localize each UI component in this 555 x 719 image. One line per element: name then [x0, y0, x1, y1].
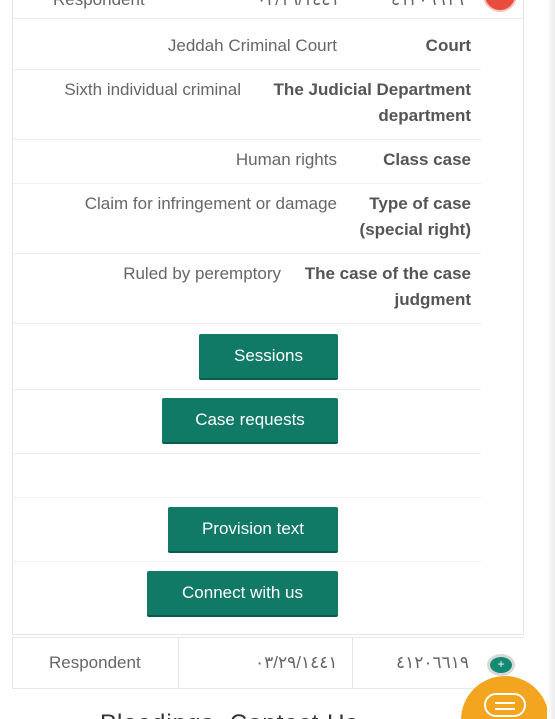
party-number: ٤١٢٠٦٦١٩ [396, 653, 470, 672]
party-row: Respondent ٠٣/٢٩/١٤٤١ ٤١٢٠٦٦١٩ [12, 637, 524, 689]
case-requests-button[interactable]: Case requests [162, 398, 338, 444]
divider [13, 69, 481, 70]
detail-value: Ruled by peremptory [123, 264, 281, 283]
remove-party-icon[interactable] [483, 0, 517, 12]
case-details-card: Respondent ٠٣/١٩/١٤٤١ ٤١٢٠٦٦١٩ Court Jed… [12, 0, 524, 635]
detail-label: The Judicial [273, 80, 372, 99]
detail-value: Jeddah Criminal Court [167, 36, 337, 55]
detail-label-sub: department [378, 106, 471, 125]
detail-label-sub: judgment [394, 290, 472, 309]
footer-text: Pleadings, Contact Us [100, 710, 358, 719]
provision-text-button[interactable]: Provision text [168, 507, 338, 553]
detail-value: Claim for infringement or damage [84, 194, 337, 213]
previous-party-number: ٤١٢٠٦٦١٩ [391, 0, 464, 10]
detail-label: Court [425, 36, 471, 55]
detail-label-department: Department [376, 80, 471, 99]
divider [13, 18, 523, 19]
chat-icon [484, 693, 526, 717]
detail-label: The case of the case [304, 264, 471, 283]
party-date: ٠٣/٢٩/١٤٤١ [255, 653, 338, 672]
divider [13, 139, 481, 140]
divider [178, 638, 179, 688]
party-type: Respondent [49, 653, 141, 672]
scroll-edge [547, 0, 555, 719]
divider [13, 253, 481, 254]
detail-label: Class case [383, 150, 471, 169]
detail-value: Human rights [235, 150, 337, 169]
divider [13, 497, 481, 498]
divider [352, 638, 353, 688]
detail-label: Type of case [369, 194, 471, 213]
connect-with-us-button[interactable]: Connect with us [147, 571, 338, 617]
previous-party-date: ٠٣/١٩/١٤٤١ [257, 0, 340, 10]
previous-party-type: Respondent [53, 0, 145, 10]
divider [13, 561, 481, 562]
divider [13, 389, 481, 390]
divider [13, 453, 481, 454]
detail-label-sub: (special right) [359, 220, 471, 239]
expand-party-icon[interactable]: + [487, 654, 515, 676]
divider [13, 323, 481, 324]
detail-value: Sixth individual criminal [64, 80, 241, 99]
divider [13, 183, 481, 184]
sessions-button[interactable]: Sessions [199, 334, 338, 380]
previous-party-row: Respondent ٠٣/١٩/١٤٤١ ٤١٢٠٦٦١٩ [13, 0, 523, 10]
